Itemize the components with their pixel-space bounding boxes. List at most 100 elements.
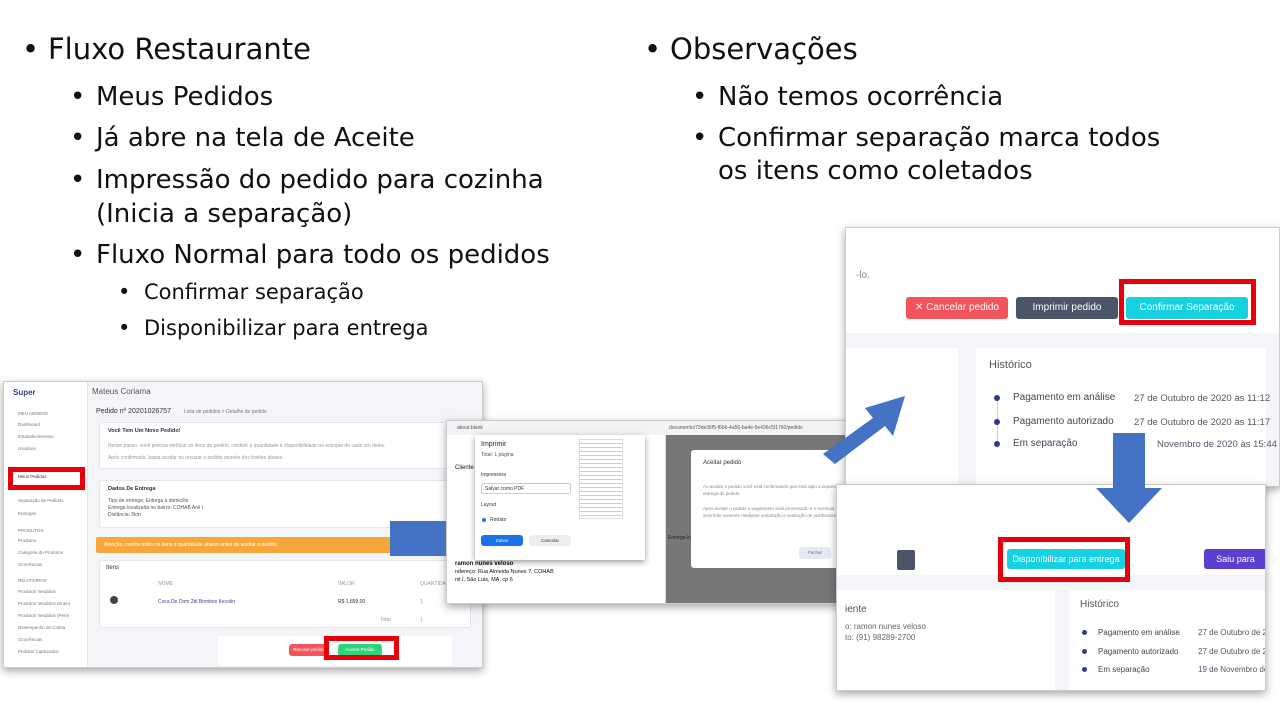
doc-line: nil I, São Luis, MA, cp 6 [455,577,513,583]
sidebar-item-categoria[interactable]: Categoria de Produtos [18,550,63,555]
printer-select[interactable]: Salvar como PDF [481,483,571,494]
arrow-diagonal-icon [823,396,905,464]
client-phone: to: (91) 98289-2700 [845,633,916,642]
history-label: Pagamento autorizado [1013,416,1114,427]
page-thumbnail [579,439,623,519]
print-order-button[interactable]: Imprimir pedido [1016,297,1118,319]
total-label: Total [380,617,391,623]
user-name: Mateus Coriama [92,387,151,396]
history-label: Em separação [1098,665,1150,674]
history-title: Histórico [989,359,1032,371]
left-item: • Meus Pedidos [70,82,274,112]
sidebar-item-report[interactable]: Produtos Vendidos Dinero [18,601,70,606]
sidebar-item-report[interactable]: Produtos Vendidos (Perm [18,613,69,618]
alert-text: Atenção, confira todos os itens e quanti… [104,542,278,548]
history-date: 27 de Outubro de 2 [1198,647,1266,656]
right-title: • Observações [644,32,858,66]
sidebar-item-report[interactable]: Ocorrências [18,637,42,642]
history-date: 27 de Outubro de 2020 às 11:17 [1134,417,1271,428]
highlight-accept-button [324,636,399,660]
history-date: Novembro de 2020 às 15:44 [1157,439,1277,450]
cancel-order-button[interactable]: ✕ Cancelar pedido [906,297,1008,319]
doc-line: Cliente [455,465,474,471]
left-item: • Impressão do pedido para cozinha [70,165,544,195]
left-title: • Fluxo Restaurante [22,32,311,66]
right-item-cont: os itens como coletados [718,156,1033,186]
history-label: Pagamento autorizado [1098,647,1179,656]
out-for-delivery-button[interactable]: Saiu para [1204,549,1265,569]
timeline-dot [994,441,1000,447]
history-date: 27 de Outubro de 2020 às 11:12 [1134,393,1271,404]
sidebar-item-report[interactable]: Produtos Vendidos [18,589,56,594]
product-thumbnail [110,596,118,604]
row-valor: R$ 1.899,00 [338,599,366,605]
layout-label: Layout [481,502,497,508]
left-item: • Já abre na tela de Aceite [70,123,415,153]
new-order-text: Nesse passo, você precisa verificar os i… [108,443,386,449]
doc-line: ramon nunes veloso [455,561,514,567]
history-title: Histórico [1080,599,1119,610]
history-card: Histórico Pagamento em análise 27 de Out… [1069,590,1266,690]
sidebar-section: MEU ADMINIS [18,411,48,416]
highlight-confirm-separation [1119,279,1256,325]
delivery-title: Dados De Entrega [108,486,156,492]
print-title: Imprimir [481,441,507,448]
new-order-title: Você Tem Um Novo Pedido! [108,428,181,434]
timeline-dot [1082,649,1087,654]
client-name: o: ramon nunes veloso [845,622,926,631]
save-button[interactable]: Salvar [481,535,523,546]
sidebar-section: RELATÓRIOS [18,578,47,583]
history-date: 19 de Novembro de 2 [1198,665,1265,674]
history-label: Pagamento em análise [1098,628,1180,637]
sidebar-item-usuarios[interactable]: Usuários [18,446,36,451]
left-subitem: • Disponibilizar para entrega [118,316,429,340]
browser-url[interactable]: documento/73de36f5-f6b6-4a56-ba4e-5e436c… [669,425,803,431]
sidebar-item-separacao[interactable]: Separação de Pedidos [18,498,64,503]
printer-label: Impressora [481,472,507,478]
col-header: NOME [158,581,173,587]
total-value: 1 [420,617,423,623]
delivery-line: Distância: 5km [108,512,141,518]
row-nome[interactable]: Coca De Dom 2bl Bombos Kecolin [158,599,235,605]
modal-close-button[interactable]: Fechar [799,547,831,559]
new-order-text2: Após confirmado, basta aceitar ou recusa… [108,455,284,461]
client-card: iente o: ramon nunes veloso to: (91) 982… [837,590,1055,690]
row-qtd: 1 [420,599,423,605]
sidebar-item-produtos[interactable]: Produtos [18,538,36,543]
arrow-down-icon [1096,433,1162,523]
col-header: VALOR [338,581,355,587]
arrow-right-icon [390,521,446,556]
print-button-partial[interactable] [897,550,915,570]
print-pages: Total: 1 página [481,452,514,458]
sidebar-item-report[interactable]: Pedidos Capturados [18,649,59,654]
timeline-dot [1082,667,1087,672]
text-fragment: -lo. [856,270,870,281]
timeline-dot [994,419,1000,425]
screenshot-confirm-separation: -lo. ✕ Cancelar pedido Imprimir pedido C… [845,227,1280,487]
right-item: • Não temos ocorrência [692,82,1004,112]
items-title: Itens [106,565,120,571]
timeline-dot [994,395,1000,401]
sidebar-item-entregas[interactable]: Entregas [18,511,36,516]
screenshot-available-delivery: Disponibilizar para entrega Saiu para ie… [836,484,1266,691]
sidebar-item-ocorrencias[interactable]: Ocorrências [18,562,42,567]
sidebar-item-report[interactable]: Desempenho de Coleta [18,625,65,630]
slide: • Fluxo Restaurante • Meus Pedidos • Já abr… [0,0,1280,720]
sidebar-section: PRODUTOS [18,528,44,533]
cancel-button[interactable]: Cancelar [529,535,571,546]
highlight-make-available [998,537,1130,582]
order-title: Pedido nº 20201026757 [96,408,171,415]
timeline-dot [1082,630,1087,635]
browser-tab[interactable]: about:blank [457,425,483,431]
left-subitem: • Confirmar separação [118,280,364,304]
layout-value: Retrato [490,517,507,523]
breadcrumb[interactable]: Lista de pedidos > Detalhe de pedido [184,409,267,415]
doc-line: ndereço: Rua Almeida Nunes 7, COHAB [455,569,554,575]
sidebar-item-estabelecimentos[interactable]: Estabelecimentos [18,434,54,439]
recuse-button[interactable]: Recusar pedido [289,644,329,656]
printer-value: Salvar como PDF [485,486,525,492]
radio-icon[interactable] [482,518,486,522]
delivery-line: Tipo de entrega: Entrega à domicílio [108,498,189,504]
history-label: Em separação [1013,438,1078,449]
sidebar-item-dashboard[interactable]: Dashboard [18,422,40,427]
